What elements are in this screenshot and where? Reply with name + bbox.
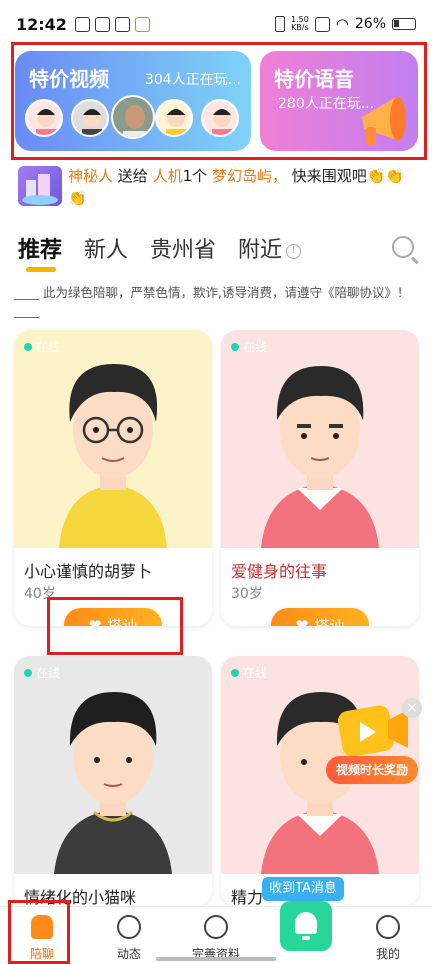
sim-icon (314, 16, 330, 32)
smile-icon (376, 915, 400, 939)
user-photo (14, 330, 212, 548)
user-card[interactable]: 在线 情绪化的小猫咪 (14, 656, 212, 906)
avatar (25, 99, 63, 137)
nav-label: 动态 (116, 947, 141, 961)
app-notification-icon (74, 16, 90, 32)
nav-item-profile[interactable]: 完善资料 (180, 907, 252, 962)
close-icon[interactable]: × (402, 698, 422, 718)
user-card[interactable]: 在线 小心谨慎的胡萝卜 40岁 ❤ 搭讪 (14, 330, 212, 626)
special-video-banner[interactable]: 特价视频 304人正在玩... (15, 51, 251, 151)
online-label: 在线 (36, 666, 61, 680)
user-age: 30岁 (231, 586, 263, 602)
net-speed: 1.50 KB/s (291, 16, 309, 32)
bell-icon (280, 901, 332, 951)
info-icon[interactable]: ! (286, 244, 302, 259)
wifi-icon: ◠ (335, 15, 349, 33)
profile-icon (204, 915, 228, 939)
user-card[interactable]: 在线 爱健身的往事 30岁 ❤ 搭讪 (221, 330, 419, 626)
app-notification-icon (134, 16, 150, 32)
tab-province[interactable]: 贵州省 (150, 232, 216, 264)
nav-label: 我的 (375, 947, 400, 961)
user-name: 爱健身的往事 (231, 562, 328, 581)
online-dot-icon (231, 668, 239, 677)
online-status: 在线 (24, 664, 60, 681)
avatar (111, 95, 155, 139)
highlight-box (8, 900, 70, 964)
notice-count: 1个 (182, 167, 208, 185)
online-status: 在线 (231, 338, 267, 355)
search-icon[interactable] (392, 236, 414, 258)
category-tabs: 推荐 新人 贵州省 附近! (18, 232, 302, 272)
tab-recommend[interactable]: 推荐 (18, 232, 62, 272)
app-notification-icon (114, 16, 130, 32)
gift-island-icon (18, 166, 62, 206)
avatar (201, 99, 239, 137)
online-label: 在线 (36, 340, 61, 354)
rule-notice: ____ 此为绿色陪聊，严禁色情，欺诈,诱导消费，请遵守《陪聊协议》！ ____ (14, 285, 410, 318)
notice-verb: 送给 (117, 167, 148, 185)
app-notification-icon (94, 16, 110, 32)
video-reward-label: 视频时长奖励 (326, 756, 418, 784)
online-dot-icon (24, 342, 32, 351)
chat-up-button[interactable]: ❤ 搭讪 (271, 608, 369, 626)
status-bar: 12:42 1.50 KB/s ◠ 26% (0, 0, 432, 48)
tab-nearby-label: 附近 (238, 238, 283, 263)
notice-receiver: 人机 (152, 167, 183, 185)
compass-icon (117, 915, 141, 939)
nav-item-messages[interactable] (270, 901, 342, 951)
status-time: 12:42 (16, 14, 67, 34)
online-dot-icon (24, 668, 32, 677)
home-indicator (156, 957, 276, 961)
online-status: 在线 (24, 338, 60, 355)
online-label: 在线 (243, 340, 268, 354)
highlight-box (47, 597, 183, 655)
special-video-online: 304人正在玩... (144, 72, 241, 88)
nav-item-moments[interactable]: 动态 (93, 907, 165, 962)
avatar (71, 99, 109, 137)
special-voice-title: 特价语音 (274, 67, 354, 91)
nav-item-mine[interactable]: 我的 (352, 907, 424, 962)
heart-icon: ❤ (295, 616, 309, 626)
online-dot-icon (231, 342, 239, 351)
online-label: 在线 (243, 666, 268, 680)
user-name: 小心谨慎的胡萝卜 (24, 562, 153, 581)
special-voice-banner[interactable]: 特价语音 280人正在玩... (260, 51, 418, 151)
chat-up-label: 搭讪 (314, 616, 345, 627)
gift-notice: 神秘人 送给 人机1个 梦幻岛屿， 快来围观吧👏👏👏 (68, 165, 418, 209)
online-status: 在线 (231, 664, 267, 681)
notice-gift: 梦幻岛屿， (211, 167, 287, 185)
tab-nearby[interactable]: 附近! (238, 232, 302, 264)
tab-new[interactable]: 新人 (84, 232, 128, 264)
avatar (155, 99, 193, 137)
megaphone-icon (362, 97, 406, 145)
user-name: 精力 (231, 888, 264, 906)
notice-sender: 神秘人 (68, 167, 114, 185)
net-speed-unit: KB/s (291, 23, 309, 32)
battery-icon (392, 18, 416, 30)
user-photo (221, 330, 419, 548)
user-photo (14, 656, 212, 874)
vibrate-icon (274, 16, 285, 32)
message-tip: 收到TA消息 (262, 877, 344, 901)
battery-percent: 26% (354, 16, 386, 32)
special-video-title: 特价视频 (29, 67, 109, 91)
